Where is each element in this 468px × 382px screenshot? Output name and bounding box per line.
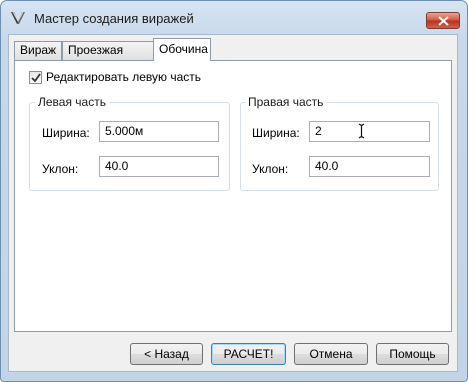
window-title: Мастер создания виражей xyxy=(34,11,194,26)
edit-left-label: Редактировать левую часть xyxy=(46,70,202,84)
tab-proezzhaya-chast[interactable]: Проезжая часть xyxy=(62,41,154,74)
left-part-title: Левая часть xyxy=(35,95,109,109)
back-button[interactable]: < Назад xyxy=(130,343,203,365)
edit-left-checkbox[interactable] xyxy=(29,71,42,84)
close-button[interactable] xyxy=(426,12,460,29)
left-slope-label: Уклон: xyxy=(42,162,79,176)
left-slope-input[interactable]: 40.0 xyxy=(99,156,219,177)
tab-obochina[interactable]: Обочина xyxy=(153,38,211,61)
title-bar[interactable]: Мастер создания виражей xyxy=(1,1,467,35)
right-width-label: Ширина: xyxy=(252,126,300,140)
calculate-button[interactable]: РАСЧЕТ! xyxy=(211,343,286,365)
tab-label: Вираж xyxy=(20,43,57,57)
right-slope-input[interactable]: 40.0 xyxy=(309,156,430,177)
help-button[interactable]: Помощь xyxy=(376,343,449,365)
checkmark-icon xyxy=(31,73,41,83)
tab-virazh[interactable]: Вираж xyxy=(14,41,62,60)
text-cursor-icon xyxy=(358,123,365,142)
left-part-group xyxy=(29,102,230,191)
right-slope-label: Уклон: xyxy=(252,162,289,176)
right-width-input[interactable]: 2 xyxy=(309,121,430,142)
left-width-input[interactable]: 5.000м xyxy=(99,121,219,142)
close-icon xyxy=(438,16,449,26)
right-part-title: Правая часть xyxy=(245,95,327,109)
left-width-label: Ширина: xyxy=(42,126,90,140)
tab-label: Обочина xyxy=(159,42,208,56)
cancel-button[interactable]: Отмена xyxy=(294,343,368,365)
app-icon xyxy=(9,9,27,27)
right-part-group xyxy=(240,102,439,191)
